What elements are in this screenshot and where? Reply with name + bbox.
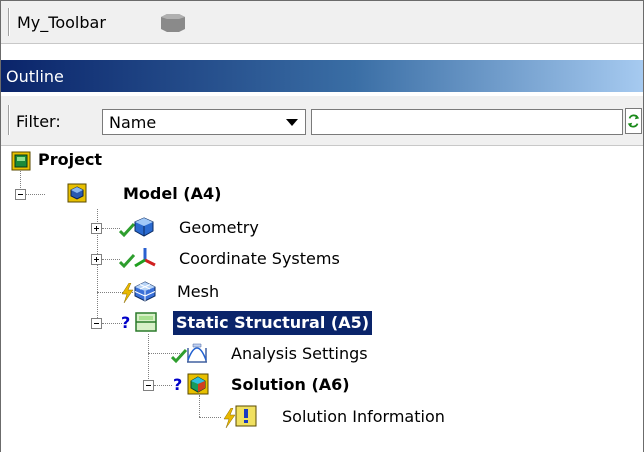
toolbar-shape-icon[interactable]	[157, 13, 187, 33]
info-icon	[235, 405, 257, 427]
refresh-icon[interactable]	[625, 108, 642, 134]
tree-line	[26, 194, 45, 195]
solution-icon	[187, 373, 209, 395]
project-icon	[11, 151, 31, 171]
tree-item-label: Coordinate Systems	[179, 249, 340, 268]
filter-bar: Filter: Name	[1, 96, 643, 146]
tree-line	[154, 385, 172, 386]
tree-line	[102, 259, 120, 260]
outline-title: Outline	[6, 67, 64, 86]
tree-line	[148, 334, 149, 385]
tree-item-label: Solution Information	[282, 407, 445, 426]
outline-header: Outline	[1, 60, 643, 92]
collapse-toggle[interactable]	[143, 380, 154, 391]
tree-item-label: Static Structural (A5)	[171, 310, 374, 336]
tree-line	[102, 323, 122, 324]
model-cube-icon	[67, 183, 87, 203]
analysis-settings-icon	[187, 343, 207, 363]
tree-item-label: Project	[38, 150, 103, 169]
expand-toggle[interactable]	[91, 223, 102, 234]
toolbar-grip[interactable]	[8, 8, 10, 36]
tree-line	[199, 395, 200, 417]
chevron-down-icon[interactable]	[286, 119, 298, 126]
filter-label: Filter:	[16, 112, 61, 131]
tree-item-label: Mesh	[177, 282, 220, 301]
static-structural-icon	[135, 312, 157, 332]
collapse-toggle[interactable]	[15, 189, 26, 200]
mesh-icon	[134, 281, 156, 302]
tree-item-label: Model (A4)	[123, 184, 222, 203]
axes-icon	[134, 248, 156, 268]
filter-grip[interactable]	[8, 105, 10, 135]
tree-item-label: Geometry	[179, 218, 259, 237]
tree-line	[102, 228, 120, 229]
filter-search-input[interactable]	[311, 109, 623, 135]
question-icon: ?	[173, 375, 183, 394]
filter-type-select[interactable]: Name	[102, 109, 306, 135]
collapse-toggle[interactable]	[91, 318, 102, 329]
outline-tree: Project Model (A4) Geometry Coordinate S…	[1, 147, 643, 452]
expand-toggle[interactable]	[91, 254, 102, 265]
tree-line	[199, 417, 221, 418]
toolbar-label: My_Toolbar	[17, 13, 106, 32]
toolbar: My_Toolbar	[1, 1, 643, 44]
tree-item-label: Analysis Settings	[231, 344, 368, 363]
geometry-icon	[134, 217, 154, 237]
question-icon: ?	[121, 313, 131, 332]
tree-item-label: Solution (A6)	[231, 375, 350, 394]
filter-type-value: Name	[109, 113, 157, 132]
